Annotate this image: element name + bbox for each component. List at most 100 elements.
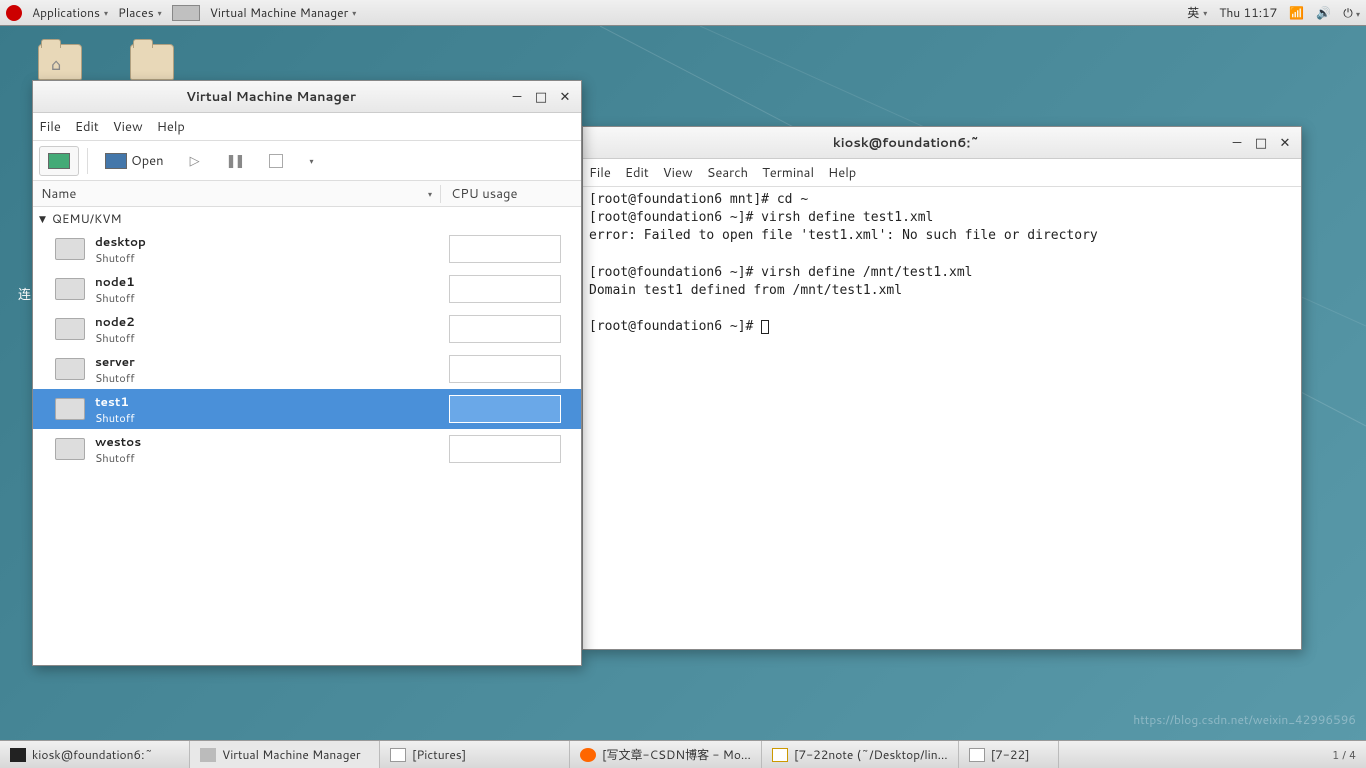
wifi-icon[interactable]: 📶 xyxy=(1289,4,1304,21)
play-icon: ▷ xyxy=(190,152,200,170)
vm-state: Shutoff xyxy=(95,450,441,466)
terminal-output[interactable]: [root@foundation6 mnt]# cd ~ [root@found… xyxy=(583,187,1301,341)
vmm-title: Virtual Machine Manager xyxy=(41,88,501,106)
applications-menu[interactable]: Applications ▾ xyxy=(32,4,108,21)
new-vm-button[interactable] xyxy=(39,146,79,176)
taskbar: kiosk@foundation6:~ Virtual Machine Mana… xyxy=(0,740,1366,768)
watermark: https://blog.csdn.net/weixin_42996596 xyxy=(1133,711,1356,728)
vmm-window: Virtual Machine Manager — □ ✕ File Edit … xyxy=(32,80,582,666)
taskbar-item-vmm[interactable]: Virtual Machine Manager xyxy=(190,741,380,768)
close-button[interactable]: ✕ xyxy=(1277,135,1293,151)
vm-state: Shutoff xyxy=(95,370,441,386)
maximize-button[interactable]: □ xyxy=(533,89,549,105)
vm-row[interactable]: node1Shutoff xyxy=(33,269,581,309)
menu-file[interactable]: File xyxy=(39,118,61,136)
vmm-panel-icon xyxy=(172,5,200,21)
sort-icon: ▾ xyxy=(428,188,432,200)
vm-row[interactable]: westosShutoff xyxy=(33,429,581,469)
stop-icon xyxy=(269,154,283,168)
vm-state: Shutoff xyxy=(95,290,441,306)
vm-row[interactable]: test1Shutoff xyxy=(33,389,581,429)
cpu-usage-graph xyxy=(449,235,561,263)
menu-view[interactable]: View xyxy=(663,164,693,182)
gedit-icon xyxy=(772,748,788,762)
minimize-button[interactable]: — xyxy=(1229,135,1245,151)
terminal-titlebar[interactable]: kiosk@foundation6:~ — □ ✕ xyxy=(583,127,1301,159)
connection-label: QEMU/KVM xyxy=(52,210,122,227)
terminal-title: kiosk@foundation6:~ xyxy=(591,134,1221,152)
menu-help[interactable]: Help xyxy=(828,164,856,182)
places-menu[interactable]: Places ▾ xyxy=(118,4,162,21)
column-cpu[interactable]: CPU usage xyxy=(441,185,517,203)
folder-icon[interactable] xyxy=(128,44,176,80)
vm-name: desktop xyxy=(95,233,441,250)
vmm-titlebar[interactable]: Virtual Machine Manager — □ ✕ xyxy=(33,81,581,113)
volume-icon[interactable]: 🔊 xyxy=(1316,4,1331,21)
cpu-usage-graph xyxy=(449,355,561,383)
firefox-icon xyxy=(580,748,596,762)
close-button[interactable]: ✕ xyxy=(557,89,573,105)
maximize-button[interactable]: □ xyxy=(1253,135,1269,151)
shutdown-menu-button[interactable]: ▾ xyxy=(300,146,322,176)
vm-monitor-icon xyxy=(55,398,85,420)
cpu-usage-graph xyxy=(449,275,561,303)
cpu-usage-graph xyxy=(449,315,561,343)
workspace-switcher[interactable]: 1 / 4 xyxy=(1322,741,1366,768)
menu-view[interactable]: View xyxy=(113,118,143,136)
home-folder-icon[interactable]: ⌂ xyxy=(36,44,84,80)
vmm-menu[interactable]: Virtual Machine Manager ▾ xyxy=(210,4,357,21)
taskbar-item-firefox[interactable]: [写文章-CSDN博客 - Mo… xyxy=(570,741,762,768)
vm-monitor-icon xyxy=(55,358,85,380)
vm-state: Shutoff xyxy=(95,330,441,346)
vm-name: node2 xyxy=(95,313,441,330)
column-name[interactable]: Name▾ xyxy=(33,185,441,203)
terminal-window: kiosk@foundation6:~ — □ ✕ File Edit View… xyxy=(582,126,1302,650)
vm-monitor-icon xyxy=(55,438,85,460)
minimize-button[interactable]: — xyxy=(509,89,525,105)
shutdown-button[interactable] xyxy=(260,146,292,176)
menu-edit[interactable]: Edit xyxy=(625,164,649,182)
taskbar-item-pictures[interactable]: [Pictures] xyxy=(380,741,570,768)
vm-state: Shutoff xyxy=(95,250,441,266)
vm-name: test1 xyxy=(95,393,441,410)
vm-name: server xyxy=(95,353,441,370)
pause-icon: ❚❚ xyxy=(226,152,244,170)
taskbar-item-terminal[interactable]: kiosk@foundation6:~ xyxy=(0,741,190,768)
vm-list: desktopShutoffnode1Shutoffnode2Shutoffse… xyxy=(33,229,581,469)
monitor-new-icon xyxy=(48,153,70,169)
taskbar-item-other[interactable]: [7-22] xyxy=(959,741,1059,768)
power-icon[interactable]: ⏻ ▾ xyxy=(1343,4,1360,21)
open-button[interactable]: Open xyxy=(96,146,173,176)
top-panel: Applications ▾ Places ▾ Virtual Machine … xyxy=(0,0,1366,26)
vm-row[interactable]: node2Shutoff xyxy=(33,309,581,349)
cpu-usage-graph xyxy=(449,435,561,463)
desktop-partial-label: 连 xyxy=(18,284,31,304)
vm-row[interactable]: serverShutoff xyxy=(33,349,581,389)
chevron-down-icon: ▾ xyxy=(309,155,313,167)
menu-search[interactable]: Search xyxy=(707,164,748,182)
vm-monitor-icon xyxy=(55,278,85,300)
taskbar-item-gedit[interactable]: [7-22note (~/Desktop/lin… xyxy=(762,741,959,768)
vm-monitor-icon xyxy=(55,238,85,260)
pause-button[interactable]: ❚❚ xyxy=(217,146,253,176)
vmm-icon xyxy=(200,748,216,762)
vmm-column-headers: Name▾ CPU usage xyxy=(33,181,581,207)
menu-file[interactable]: File xyxy=(589,164,611,182)
menu-help[interactable]: Help xyxy=(157,118,185,136)
separator xyxy=(87,148,88,174)
vmm-menubar: File Edit View Help xyxy=(33,113,581,141)
redhat-icon xyxy=(6,5,22,21)
menu-terminal[interactable]: Terminal xyxy=(762,164,814,182)
vm-monitor-icon xyxy=(55,318,85,340)
menu-edit[interactable]: Edit xyxy=(75,118,99,136)
clock[interactable]: Thu 11:17 xyxy=(1219,4,1277,21)
monitor-icon xyxy=(105,153,127,169)
file-icon xyxy=(969,748,985,762)
terminal-menubar: File Edit View Search Terminal Help xyxy=(583,159,1301,187)
vm-row[interactable]: desktopShutoff xyxy=(33,229,581,269)
vmm-connection-group[interactable]: ▼ QEMU/KVM xyxy=(33,207,581,229)
vmm-toolbar: Open ▷ ❚❚ ▾ xyxy=(33,141,581,181)
ime-indicator[interactable]: 英 ▾ xyxy=(1187,4,1207,21)
run-button[interactable]: ▷ xyxy=(181,146,209,176)
terminal-cursor xyxy=(761,320,769,334)
